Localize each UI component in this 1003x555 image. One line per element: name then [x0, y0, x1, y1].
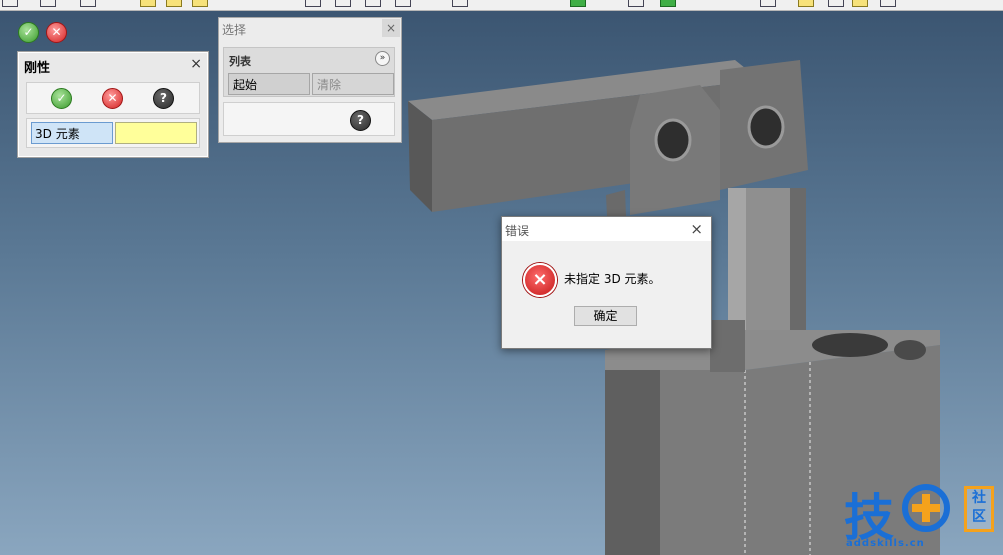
help-button[interactable]: ? — [350, 110, 371, 131]
watermark-logo: 技 社 区 addskills.cn — [838, 478, 1003, 555]
watermark-badge: 社 区 — [964, 486, 994, 532]
check-icon[interactable]: ✓ — [18, 22, 39, 43]
3d-element-label[interactable]: 3D 元素 — [31, 122, 113, 144]
watermark-plus-icon — [902, 484, 950, 532]
expand-icon[interactable]: » — [375, 51, 390, 66]
3d-element-input[interactable] — [115, 122, 197, 144]
ok-button[interactable]: ✓ — [51, 88, 72, 109]
rigidity-button-row: ✓ ✕ ? — [26, 82, 200, 114]
model-mount-block — [710, 320, 745, 372]
error-message: 未指定 3D 元素。 — [564, 272, 661, 286]
model-hole-left — [654, 118, 692, 162]
x-icon[interactable]: ✕ — [46, 22, 67, 43]
error-icon: × — [523, 263, 557, 297]
rigidity-field-row: 3D 元素 — [26, 118, 200, 148]
watermark-badge-line2: 区 — [972, 509, 986, 525]
rigidity-panel: 刚性 × ✓ ✕ ? 3D 元素 — [17, 51, 209, 158]
selection-help-row: ? — [223, 102, 395, 136]
model-hole-right — [747, 105, 785, 149]
selection-panel: 选择 × 列表 » 起始 清除 ? — [218, 17, 402, 143]
panel-title: 刚性 — [24, 61, 51, 76]
watermark-badge-line1: 社 — [972, 490, 986, 506]
list-group-label: 列表 — [229, 55, 251, 68]
close-icon[interactable]: × — [190, 56, 202, 72]
dialog-body: × 未指定 3D 元素。 确定 — [502, 241, 711, 348]
ok-button[interactable]: 确定 — [574, 306, 637, 326]
help-button[interactable]: ? — [153, 88, 174, 109]
model-arm-end — [408, 101, 432, 212]
clear-button[interactable]: 清除 — [312, 73, 394, 95]
watermark-url: addskills.cn — [846, 538, 925, 549]
dialog-title: 错误 — [505, 224, 530, 238]
error-dialog: 错误 × × 未指定 3D 元素。 确定 — [501, 216, 712, 349]
start-button[interactable]: 起始 — [228, 73, 310, 95]
close-icon[interactable]: × — [382, 19, 400, 37]
close-icon[interactable]: × — [690, 220, 703, 238]
cancel-button[interactable]: ✕ — [102, 88, 123, 109]
dialog-title-bar[interactable]: 错误 × — [502, 217, 711, 241]
panel-title: 选择 — [222, 23, 247, 37]
feature-confirm-controls: ✓ ✕ — [18, 22, 68, 44]
list-group: 列表 » 起始 清除 — [223, 47, 395, 97]
